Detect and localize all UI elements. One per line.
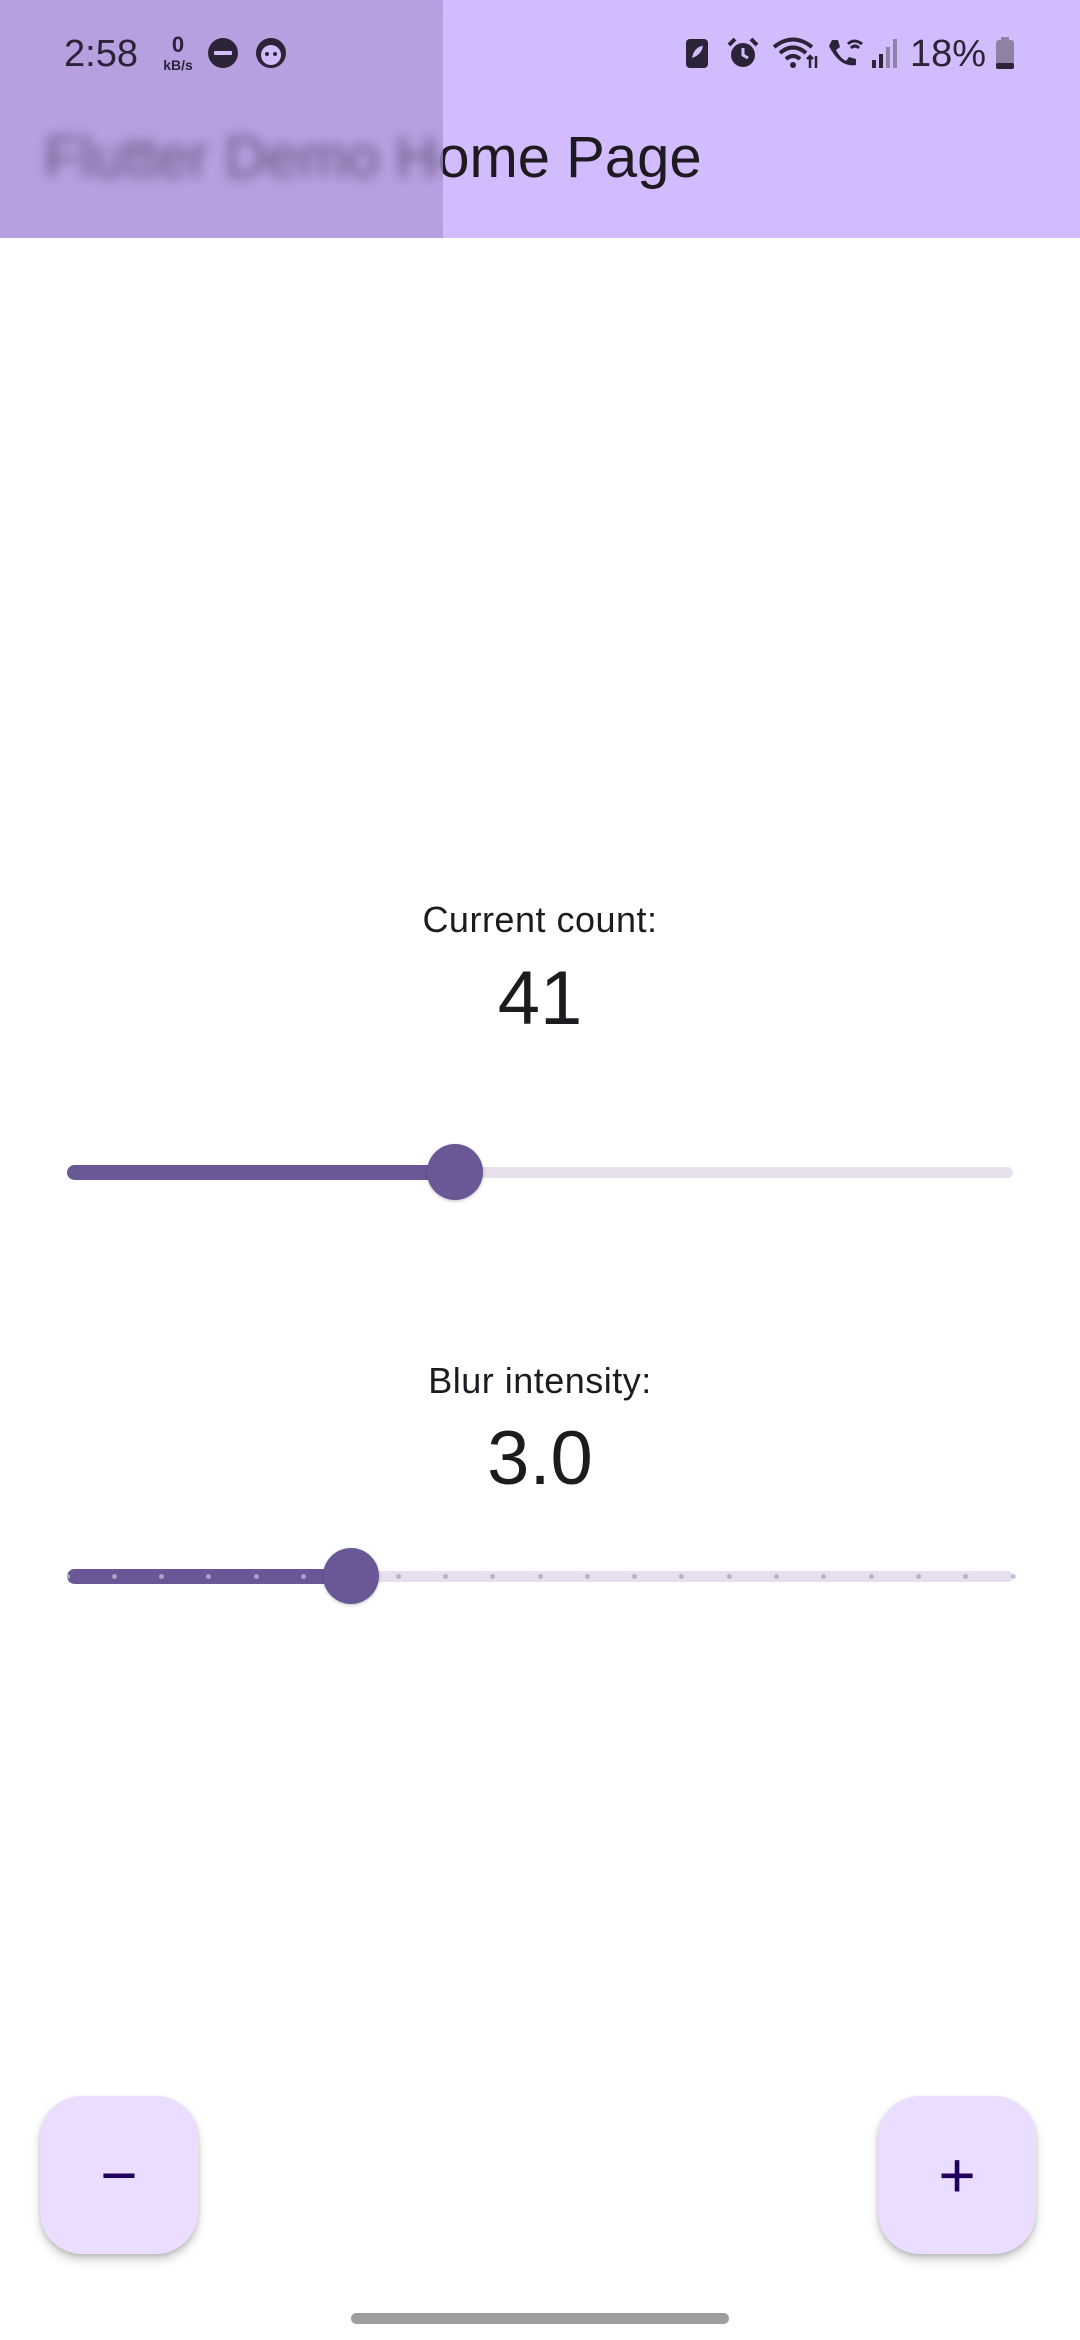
slider-tick <box>395 1574 401 1579</box>
blur-intensity-label: Blur intensity: <box>428 1360 652 1401</box>
battery-icon <box>996 37 1014 69</box>
network-speed: 0 kB/s <box>160 32 196 73</box>
slider-tick <box>537 1574 543 1579</box>
face-icon <box>256 38 286 68</box>
signal-icon <box>872 39 897 68</box>
alarm-icon <box>727 37 759 67</box>
count-slider-thumb[interactable] <box>426 1144 483 1200</box>
do-not-disturb-icon <box>208 38 238 68</box>
app-bar: Flutter Demo Home Page 2:58 0 kB/s <box>0 0 1080 238</box>
count-slider[interactable] <box>67 1142 1013 1202</box>
network-speed-value: 0 <box>171 32 185 57</box>
slider-tick <box>915 1574 921 1579</box>
blur-slider-thumb[interactable] <box>322 1548 379 1604</box>
increment-button[interactable]: + <box>878 2096 1036 2254</box>
slider-tick <box>64 1574 70 1579</box>
slider-tick <box>774 1574 779 1579</box>
count-label: Current count: <box>422 899 658 940</box>
blur-intensity-value: 3.0 <box>487 1416 593 1501</box>
wifi-calling-icon <box>829 39 863 66</box>
slider-tick <box>442 1574 448 1579</box>
wifi-icon <box>772 37 818 68</box>
battery-percent: 18% <box>910 33 987 75</box>
battery-saver-icon <box>686 39 708 68</box>
slider-tick <box>868 1574 874 1579</box>
blur-intensity-slider[interactable] <box>64 1546 1016 1606</box>
slider-tick <box>584 1574 590 1579</box>
status-bar: 2:58 0 kB/s 18% <box>0 0 1080 108</box>
gesture-navigation-bar[interactable] <box>351 2313 729 2324</box>
network-speed-unit: kB/s <box>163 57 193 73</box>
status-time: 2:58 <box>64 33 138 75</box>
slider-tick <box>253 1574 259 1579</box>
slider-tick <box>726 1574 732 1579</box>
slider-tick <box>301 1574 306 1579</box>
count-value: 41 <box>497 956 583 1041</box>
count-slider-active-track[interactable] <box>67 1165 455 1180</box>
slider-tick <box>111 1574 117 1579</box>
slider-tick <box>1010 1574 1016 1579</box>
decrement-button[interactable]: − <box>40 2096 198 2254</box>
